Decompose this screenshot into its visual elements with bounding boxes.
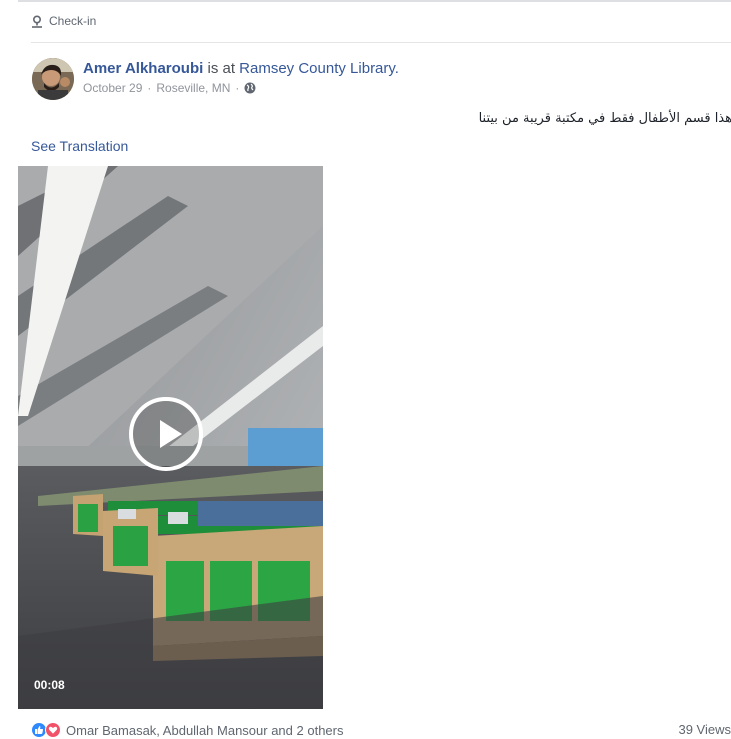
- checkin-label: Check-in: [49, 14, 97, 28]
- post-top-border: [18, 0, 731, 2]
- globe-icon[interactable]: [244, 82, 256, 94]
- video-player[interactable]: 00:08: [18, 166, 323, 709]
- location-pin-icon: [31, 14, 43, 28]
- post-location-link[interactable]: Roseville, MN: [156, 81, 230, 95]
- view-count: 39 Views: [678, 722, 731, 737]
- checkin-verb: is at: [207, 60, 235, 77]
- divider: [31, 42, 731, 43]
- avatar[interactable]: [32, 58, 74, 100]
- post-footer: Omar Bamasak, Abdullah Mansour and 2 oth…: [31, 722, 731, 739]
- separator-dot: ·: [235, 81, 240, 95]
- love-icon: [45, 722, 61, 738]
- post-meta: October 29 · Roseville, MN ·: [83, 81, 256, 95]
- reactors-text: Omar Bamasak, Abdullah Mansour and 2 oth…: [66, 722, 344, 738]
- author-name-link[interactable]: Amer Alkharoubi: [83, 60, 203, 77]
- video-duration: 00:08: [34, 678, 65, 692]
- play-icon[interactable]: [129, 397, 203, 471]
- post-date-link[interactable]: October 29: [83, 81, 142, 95]
- author-line: Amer Alkharoubi is at Ramsey County Libr…: [83, 60, 399, 78]
- separator-dot: ·: [147, 81, 152, 95]
- reactions-summary[interactable]: Omar Bamasak, Abdullah Mansour and 2 oth…: [31, 722, 343, 738]
- place-link[interactable]: Ramsey County Library.: [239, 60, 399, 77]
- post-text: هذا قسم الأطفال فقط في مكتبة قريبة من بي…: [478, 111, 731, 126]
- see-translation-link[interactable]: See Translation: [31, 138, 128, 154]
- checkin-header: Check-in: [31, 14, 96, 28]
